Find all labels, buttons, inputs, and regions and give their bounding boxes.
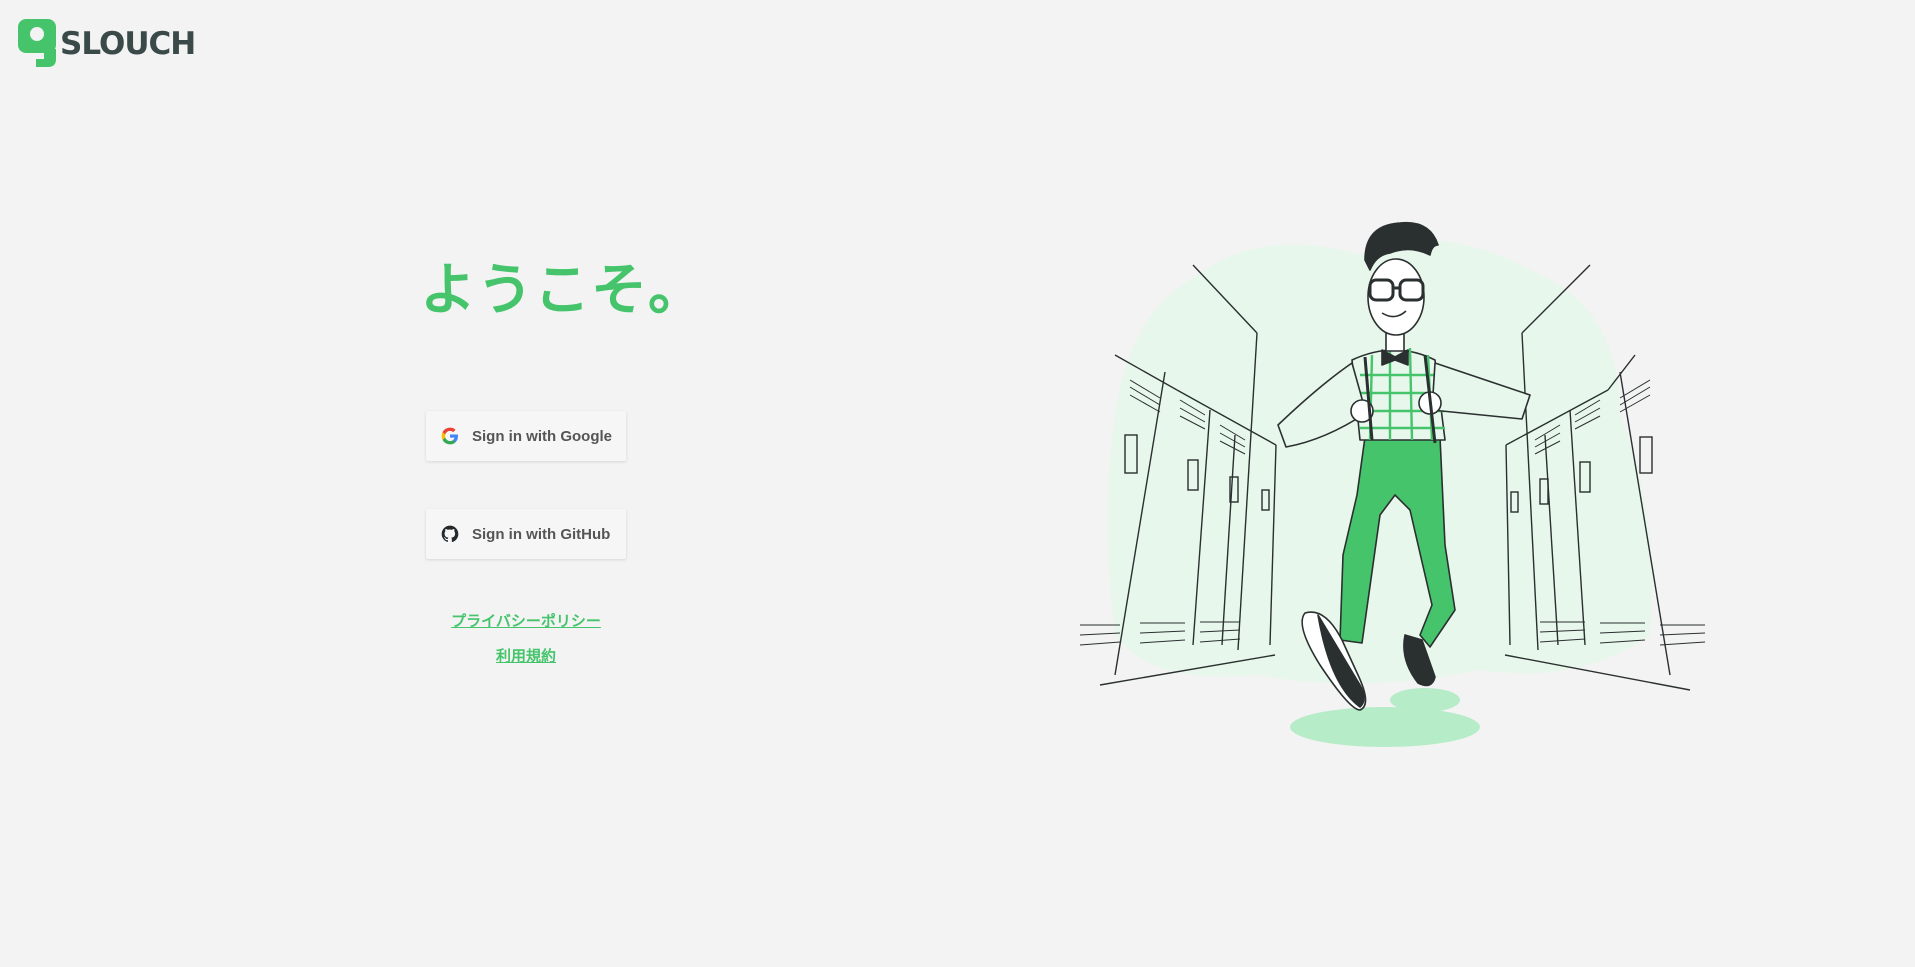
google-signin-label: Sign in with Google bbox=[472, 427, 612, 445]
github-signin-button[interactable]: Sign in with GitHub bbox=[426, 509, 626, 559]
brand-logo[interactable]: SLOUCH bbox=[18, 19, 196, 67]
github-icon bbox=[441, 525, 459, 543]
privacy-policy-link[interactable]: プライバシーポリシー bbox=[426, 610, 626, 631]
google-icon bbox=[441, 427, 458, 445]
terms-of-use-link[interactable]: 利用規約 bbox=[426, 645, 626, 666]
login-page: SLOUCH ようこそ。 Sign in with Google Sign in… bbox=[0, 0, 1915, 967]
floor-shadow bbox=[1290, 707, 1480, 747]
brand-name: SLOUCH bbox=[60, 26, 196, 62]
welcome-heading: ようこそ。 bbox=[420, 258, 705, 323]
google-signin-button[interactable]: Sign in with Google bbox=[426, 411, 626, 461]
hero-illustration bbox=[1079, 221, 1706, 747]
slouch-logo-icon bbox=[18, 19, 56, 67]
github-signin-label: Sign in with GitHub bbox=[472, 525, 611, 543]
